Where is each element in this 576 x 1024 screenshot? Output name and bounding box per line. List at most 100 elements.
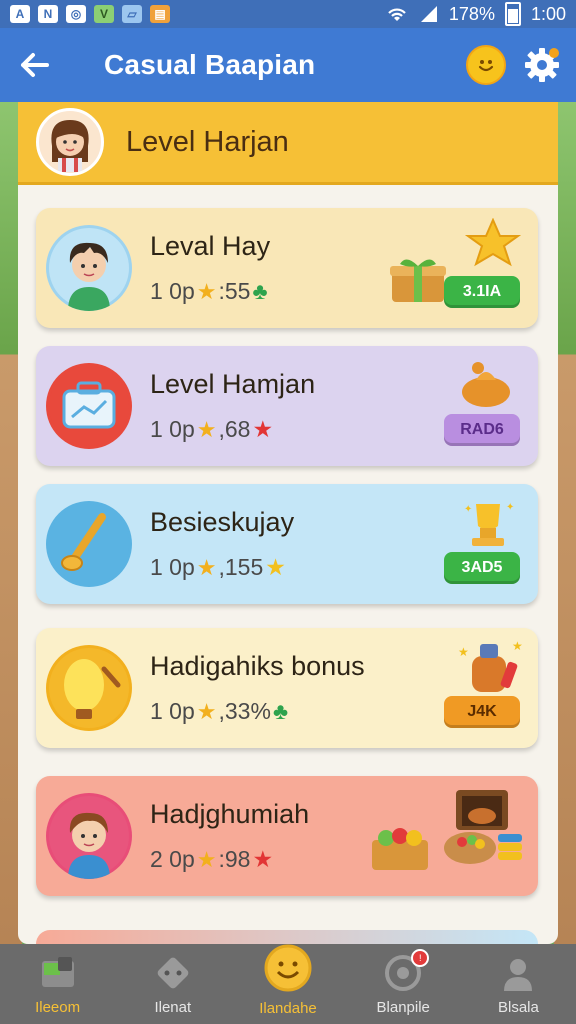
- star-icon: ★: [196, 846, 217, 872]
- settings-button[interactable]: [522, 45, 562, 85]
- card-subtitle: 1 0p ★ ,155 ★: [150, 554, 388, 581]
- gear-icon: [525, 48, 559, 82]
- back-arrow-icon: [21, 53, 49, 77]
- nav-item-home[interactable]: Ileeom: [0, 944, 115, 1024]
- svg-text:★: ★: [512, 639, 523, 653]
- panel-header: Level Harjan: [18, 102, 558, 185]
- nav-label: Ileeom: [35, 998, 81, 1016]
- card-title: Level Hamjan: [150, 369, 316, 399]
- clover-icon: ♣: [272, 698, 289, 724]
- svg-text:✦: ✦: [464, 504, 472, 515]
- card-texts: Hadigahiks bonus 1 0p ★ ,33% ♣: [150, 651, 388, 725]
- star-icon: ★: [196, 278, 217, 304]
- clover-icon: ♣: [252, 278, 268, 304]
- nav-item-target[interactable]: ! Blanpile: [346, 944, 461, 1024]
- orange-app-icon: ▤: [150, 5, 170, 23]
- circle-icon: ◎: [66, 5, 86, 23]
- reward-badge[interactable]: 3AD5: [444, 552, 520, 584]
- card-sub-prefix: 1 0p: [150, 698, 195, 724]
- card-reward: 3.1IA: [388, 208, 538, 328]
- nav-label: Ilenat: [154, 998, 192, 1016]
- v-icon: V: [94, 5, 114, 23]
- card-title: Besieskujay: [150, 507, 295, 537]
- boy-avatar-icon: [46, 793, 132, 879]
- card-subtitle: 1 0p ★ :55 ♣: [150, 278, 388, 305]
- card-sub-prefix: 1 0p: [150, 278, 195, 304]
- card-reward: [368, 776, 538, 896]
- level-card[interactable]: Hadigahiks bonus 1 0p ★ ,33% ♣ ★ ★ J4K: [36, 628, 538, 748]
- red-star-icon: ★: [252, 846, 274, 872]
- reward-badge[interactable]: J4K: [444, 696, 520, 728]
- lamp-icon: [46, 645, 132, 731]
- person-icon: [498, 953, 538, 993]
- nav-label: Blsala: [497, 998, 539, 1016]
- nav-label: Blanpile: [376, 998, 430, 1016]
- bottom-nav: Ileeom Ilenat Ilandahe ! Blanpile Blsala: [0, 944, 576, 1024]
- card-sub-value: ,155: [218, 554, 264, 580]
- level-card[interactable]: Level Hamjan 1 0p ★ ,68 ★ RAD6: [36, 346, 538, 466]
- card-reward: ✦ ✦ 3AD5: [388, 484, 538, 604]
- card-title: Leval Hay: [150, 231, 271, 261]
- reward-badge[interactable]: RAD6: [444, 414, 520, 446]
- clock: 1:00: [530, 3, 566, 24]
- panel-title: Level Harjan: [126, 125, 289, 158]
- n-icon: N: [38, 5, 58, 23]
- avatar: [36, 108, 104, 176]
- photo-icon: ▱: [122, 5, 142, 23]
- card-sub-prefix: 2 0p: [150, 846, 195, 872]
- battery-icon: [504, 2, 521, 26]
- nav-item-profile[interactable]: Blsala: [461, 944, 576, 1024]
- level-card[interactable]: Leval Hay 1 0p ★ :55 ♣ 3.1IA: [36, 208, 538, 328]
- gift-box-icon: [390, 259, 446, 302]
- treasure-chest-icon: [444, 790, 522, 864]
- back-button[interactable]: [16, 47, 52, 83]
- card-subtitle: 1 0p ★ ,68 ★: [150, 416, 388, 443]
- girl-avatar-icon: [51, 120, 89, 172]
- star-icon: ★: [196, 698, 217, 724]
- level-card[interactable]: Hadjghumiah 2 0p ★ :98 ★: [36, 776, 538, 896]
- card-title: Hadjghumiah: [150, 799, 310, 829]
- smiley-button[interactable]: [466, 45, 506, 85]
- yellow-star-icon: ★: [265, 554, 286, 580]
- toolbox-icon: [46, 363, 132, 449]
- card-sub-value: ,68: [218, 416, 251, 442]
- notification-icons: A N ◎ V ▱ ▤: [10, 5, 170, 23]
- star-icon: ★: [196, 554, 217, 580]
- notification-dot: !: [411, 948, 430, 967]
- card-sub-value: :55: [218, 278, 251, 304]
- nav-item-dice[interactable]: Ilenat: [115, 944, 230, 1024]
- nav-item-center[interactable]: Ilandahe: [230, 944, 345, 1024]
- card-reward: RAD6: [388, 346, 538, 466]
- signal-icon: [420, 6, 437, 22]
- smiley-icon: [478, 60, 494, 72]
- a-icon: A: [10, 5, 30, 23]
- dice-icon: [153, 953, 193, 993]
- nav-label: Ilandahe: [259, 999, 317, 1017]
- card-texts: Hadjghumiah 2 0p ★ :98 ★: [150, 799, 368, 873]
- level-panel: Level Harjan Leval Hay 1 0p ★ :55 ♣ 3.1I…: [18, 102, 558, 944]
- card-sub-prefix: 1 0p: [150, 554, 195, 580]
- card-sub-value: ,33%: [218, 698, 271, 724]
- boy-avatar-icon: [46, 225, 132, 311]
- card-subtitle: 1 0p ★ ,33% ♣: [150, 698, 388, 725]
- card-texts: Besieskujay 1 0p ★ ,155 ★: [150, 507, 388, 581]
- app-title: Casual Baapian: [104, 49, 316, 80]
- card-sub-prefix: 1 0p: [150, 416, 195, 442]
- card-reward: ★ ★ J4K: [388, 628, 538, 748]
- wifi-icon: [388, 8, 406, 21]
- potion-bottle-icon: ★ ★: [458, 639, 523, 692]
- level-card[interactable]: Besieskujay 1 0p ★ ,155 ★ ✦ ✦ 3AD5: [36, 484, 538, 604]
- food-basket-icon: [372, 828, 428, 870]
- svg-text:✦: ✦: [506, 502, 514, 513]
- trophy-icon: ✦ ✦: [464, 502, 514, 546]
- svg-text:★: ★: [458, 645, 469, 659]
- reward-badge[interactable]: 3.1IA: [444, 276, 520, 308]
- paddle-icon: [46, 501, 132, 587]
- money-bag-icon: [462, 362, 510, 407]
- card-texts: Level Hamjan 1 0p ★ ,68 ★: [150, 369, 388, 443]
- card-subtitle: 2 0p ★ :98 ★: [150, 846, 368, 873]
- smiley-coin-icon: [262, 942, 314, 994]
- battery-percent: 178%: [448, 3, 495, 24]
- crown-star-icon: [464, 218, 522, 267]
- red-star-icon: ★: [252, 416, 274, 442]
